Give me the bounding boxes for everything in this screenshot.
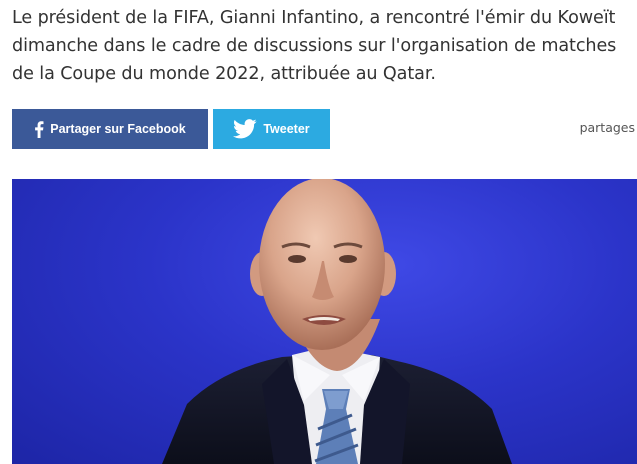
twitter-bird-icon [233, 119, 257, 139]
twitter-share-label: Tweeter [263, 122, 310, 136]
article-photo [12, 179, 637, 464]
share-count-label: partages [579, 120, 635, 135]
facebook-share-label: Partager sur Facebook [50, 122, 186, 136]
facebook-share-button[interactable]: Partager sur Facebook [12, 109, 208, 149]
facebook-f-icon [34, 120, 44, 138]
article-intro: Le président de la FIFA, Gianni Infantin… [12, 8, 617, 84]
twitter-share-button[interactable]: Tweeter [213, 109, 330, 149]
article-photo-illustration [162, 179, 512, 464]
share-bar: Partager sur Facebook Tweeter partages [12, 109, 637, 149]
